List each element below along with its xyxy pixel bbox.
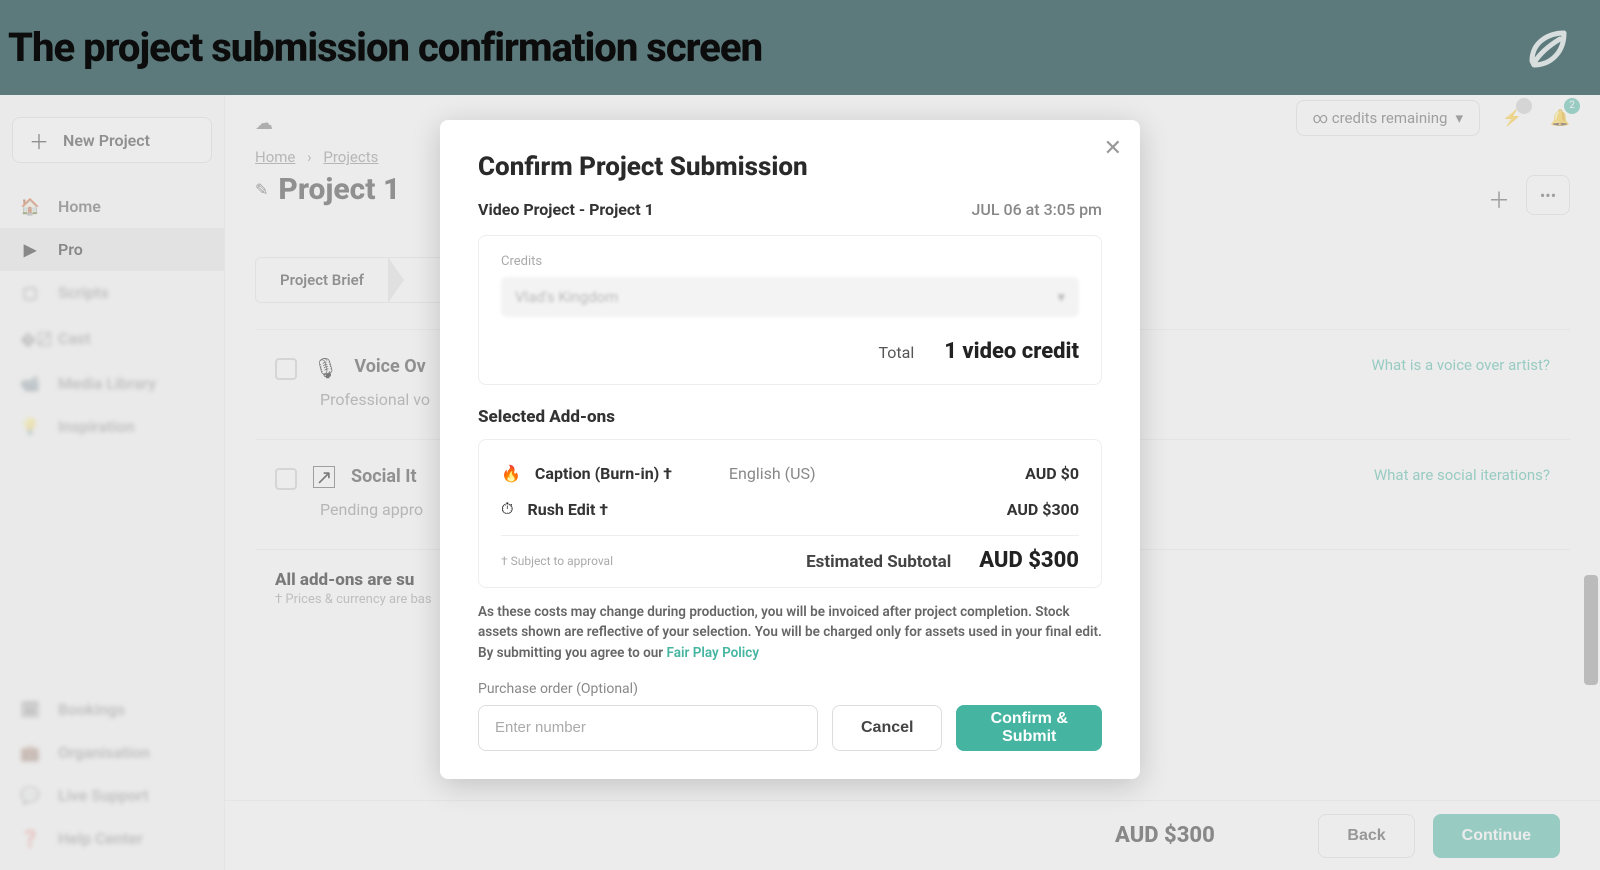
addon-name: Rush Edit †	[527, 500, 707, 519]
close-icon[interactable]: ✕	[1104, 136, 1122, 161]
total-label: Total	[879, 343, 915, 362]
disclaimer-body: As these costs may change during product…	[478, 604, 1102, 661]
credits-select[interactable]: Vlad's Kingdom ▾	[501, 277, 1079, 317]
addon-price: AUD $300	[1007, 500, 1079, 519]
disclaimer-text: As these costs may change during product…	[478, 602, 1102, 663]
leaf-logo-icon	[1520, 23, 1570, 73]
modal-date: JUL 06 at 3:05 pm	[972, 200, 1102, 219]
purchase-order-input[interactable]	[478, 705, 818, 751]
estimated-subtotal-label: Estimated Subtotal	[806, 552, 951, 572]
addons-box: 🔥 Caption (Burn-in) † English (US) AUD $…	[478, 439, 1102, 588]
addon-price: AUD $0	[1025, 464, 1079, 483]
credits-label: Credits	[501, 254, 1079, 269]
selected-addons-heading: Selected Add-ons	[478, 407, 1102, 427]
addon-line-rush: ⏱ Rush Edit † AUD $300	[501, 491, 1079, 527]
cancel-button[interactable]: Cancel	[832, 705, 942, 751]
confirm-submission-modal: ✕ Confirm Project Submission Video Proje…	[440, 120, 1140, 779]
credits-box: Credits Vlad's Kingdom ▾ Total 1 video c…	[478, 235, 1102, 385]
modal-title: Confirm Project Submission	[478, 152, 1102, 182]
stopwatch-icon: ⏱	[501, 499, 513, 519]
chevron-down-icon: ▾	[1057, 288, 1065, 306]
addon-line-caption: 🔥 Caption (Burn-in) † English (US) AUD $…	[501, 456, 1079, 491]
total-value: 1 video credit	[944, 339, 1079, 364]
fair-play-policy-link[interactable]: Fair Play Policy	[667, 645, 760, 661]
confirm-submit-button[interactable]: Confirm & Submit	[956, 705, 1102, 751]
estimated-subtotal-amount: AUD $300	[979, 548, 1079, 573]
banner-title: The project submission confirmation scre…	[8, 24, 762, 71]
flame-icon: 🔥	[501, 464, 521, 483]
banner: The project submission confirmation scre…	[0, 0, 1600, 95]
credits-select-value: Vlad's Kingdom	[515, 288, 618, 306]
addon-option: English (US)	[729, 464, 1011, 483]
modal-project-name: Video Project - Project 1	[478, 200, 654, 219]
purchase-order-label: Purchase order (Optional)	[478, 681, 1102, 697]
scrollbar-thumb[interactable]	[1584, 575, 1598, 685]
footnote: † Subject to approval	[501, 554, 613, 568]
addon-name: Caption (Burn-in) †	[535, 464, 715, 483]
